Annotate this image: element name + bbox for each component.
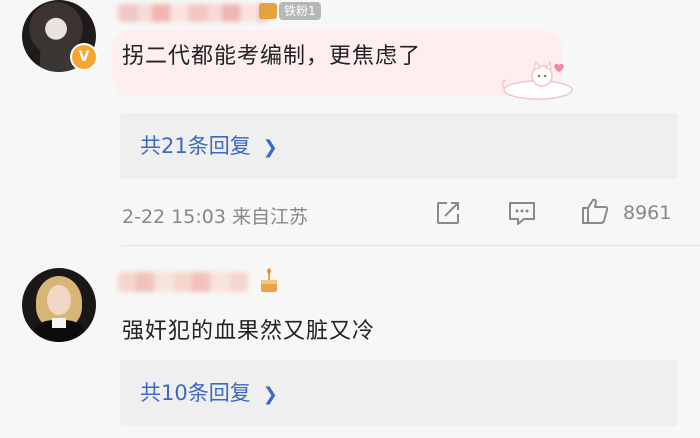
verified-badge-icon: V (70, 43, 98, 71)
chevron-right-icon: ❯ (262, 137, 278, 158)
comment-text: 拐二代都能考编制，更焦虑了 (122, 44, 422, 69)
comment-text: 强奸犯的血果然又脏又冷 (122, 319, 376, 344)
reply-count-label: 共10条回复 (140, 381, 251, 405)
view-replies-link[interactable]: 共21条回复 ❯ (140, 113, 278, 179)
like-count: 8961 (623, 202, 672, 224)
chevron-right-icon: ❯ (262, 384, 278, 405)
rank-icon (259, 3, 277, 19)
like-icon[interactable] (580, 196, 610, 226)
fan-badge: 铁粉1 (279, 2, 321, 20)
divider (122, 245, 700, 246)
reply-count-label: 共21条回复 (140, 134, 251, 158)
username-blurred[interactable] (118, 272, 248, 292)
comment-meta: 2-22 15:03 来自江苏 (122, 206, 308, 228)
share-icon[interactable] (435, 200, 461, 226)
reply-box[interactable]: 共21条回复 ❯ (120, 113, 678, 179)
reply-box[interactable]: 共10条回复 ❯ (120, 360, 678, 426)
view-replies-link[interactable]: 共10条回复 ❯ (140, 360, 278, 426)
cake-icon (261, 268, 277, 292)
comment-icon[interactable] (508, 200, 536, 226)
cat-sticker-icon (501, 60, 573, 100)
avatar[interactable] (22, 268, 96, 342)
username-blurred[interactable] (118, 4, 268, 22)
